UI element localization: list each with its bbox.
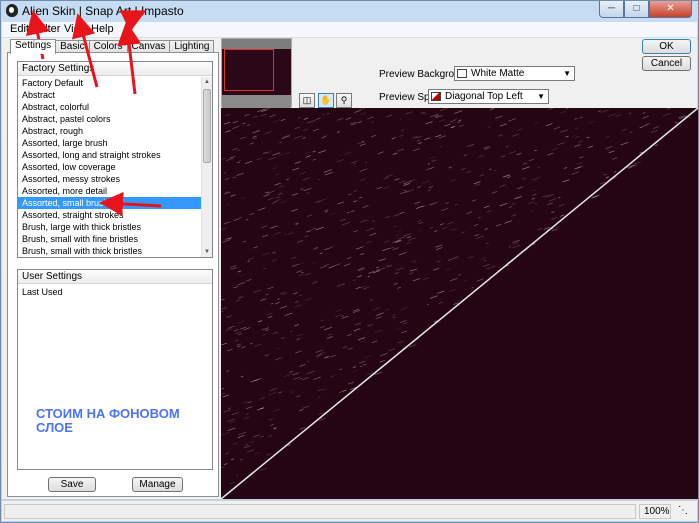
annotation-text: СТОИМ НА ФОНОВОМ СЛОЕ [36, 406, 180, 435]
window-controls: ─ □ ✕ [599, 1, 692, 19]
thumbnail-footer [222, 95, 291, 108]
menu-view[interactable]: View [64, 23, 88, 35]
list-item[interactable]: Brush, large with thick bristles [18, 221, 201, 233]
scroll-down-icon[interactable]: ▼ [202, 247, 212, 257]
zoom-icon[interactable]: ⚲ [336, 93, 352, 108]
status-bar: 100% ⋱ [2, 500, 697, 521]
zoom-level: 100% [639, 504, 671, 519]
diagonal-split-line [221, 108, 698, 499]
hand-icon[interactable]: ✋ [318, 93, 334, 108]
menu-bar: Edit Filter View Help [2, 22, 697, 38]
list-item[interactable]: Assorted, small brush [18, 197, 201, 209]
list-item[interactable]: Assorted, low coverage [18, 161, 201, 173]
list-item[interactable]: Abstract [18, 89, 201, 101]
factory-settings-list[interactable]: Factory Settings Factory Default Abstract… [17, 61, 213, 258]
settings-tabs: Settings Basic Colors Canvas Lighting [10, 39, 215, 54]
preview-background-select[interactable]: White Matte ▼ [454, 66, 575, 81]
alien-skin-logo-icon [6, 4, 18, 17]
menu-edit[interactable]: Edit [10, 23, 29, 35]
list-item[interactable]: Assorted, straight strokes [18, 209, 201, 221]
list-item[interactable]: Abstract, rough [18, 125, 201, 137]
chevron-down-icon: ▼ [563, 69, 571, 78]
preview-split-select[interactable]: Diagonal Top Left ▼ [428, 89, 549, 104]
factory-settings-rows: Factory Default Abstract Abstract, colorfu… [18, 77, 201, 257]
app-window: Alien Skin | Snap Art | Impasto ─ □ ✕ Ed… [0, 0, 699, 523]
user-settings-list[interactable]: User Settings Last Used [17, 269, 213, 470]
list-item[interactable]: Brush, small with thick bristles [18, 245, 201, 257]
minimize-icon[interactable]: ─ [599, 1, 624, 18]
client-area: Settings Basic Colors Canvas Lighting Fa… [2, 38, 698, 499]
list-item[interactable]: Abstract, pastel colors [18, 113, 201, 125]
thumbnail-strip [222, 39, 291, 49]
preview-background-value: White Matte [471, 68, 525, 79]
factory-list-scrollbar[interactable]: ▲ ▼ [201, 77, 212, 257]
navigator-viewport-rect[interactable] [224, 49, 274, 91]
split-view-icon[interactable]: ◫ [299, 93, 315, 108]
manage-button[interactable]: Manage [132, 477, 183, 492]
tab-settings[interactable]: Settings [10, 39, 57, 54]
scroll-thumb[interactable] [203, 89, 211, 163]
menu-filter[interactable]: Filter [36, 23, 60, 35]
preview-split-value: Diagonal Top Left [445, 91, 523, 102]
scroll-up-icon[interactable]: ▲ [202, 77, 212, 87]
impasto-preview [221, 108, 698, 499]
factory-settings-header: Factory Settings [18, 62, 212, 76]
list-item[interactable]: Abstract, colorful [18, 101, 201, 113]
window-title: Alien Skin | Snap Art | Impasto [22, 4, 184, 18]
list-item[interactable]: Assorted, large brush [18, 137, 201, 149]
menu-help[interactable]: Help [91, 23, 114, 35]
list-item[interactable]: Factory Default [18, 77, 201, 89]
white-swatch-icon [457, 69, 467, 78]
save-button[interactable]: Save [48, 477, 96, 492]
status-message [4, 504, 636, 519]
ok-button[interactable]: OK [642, 39, 691, 54]
diagonal-split-icon [431, 92, 441, 101]
title-bar: Alien Skin | Snap Art | Impasto ─ □ ✕ [1, 1, 698, 21]
list-item[interactable]: Assorted, more detail [18, 185, 201, 197]
preview-canvas[interactable] [221, 108, 698, 499]
cancel-button[interactable]: Cancel [642, 56, 691, 71]
maximize-icon[interactable]: □ [624, 1, 649, 18]
user-settings-header: User Settings [18, 270, 212, 284]
list-item[interactable]: Brush, small with fine bristles [18, 233, 201, 245]
list-item-last-used[interactable]: Last Used [18, 286, 212, 298]
resize-grip-icon[interactable]: ⋱ [674, 504, 694, 519]
list-item[interactable]: Assorted, messy strokes [18, 173, 201, 185]
navigator-thumbnail[interactable] [221, 38, 292, 108]
brush-stroke-texture [221, 108, 692, 485]
chevron-down-icon: ▼ [537, 92, 545, 101]
list-item[interactable]: Assorted, long and straight strokes [18, 149, 201, 161]
close-icon[interactable]: ✕ [649, 1, 692, 18]
